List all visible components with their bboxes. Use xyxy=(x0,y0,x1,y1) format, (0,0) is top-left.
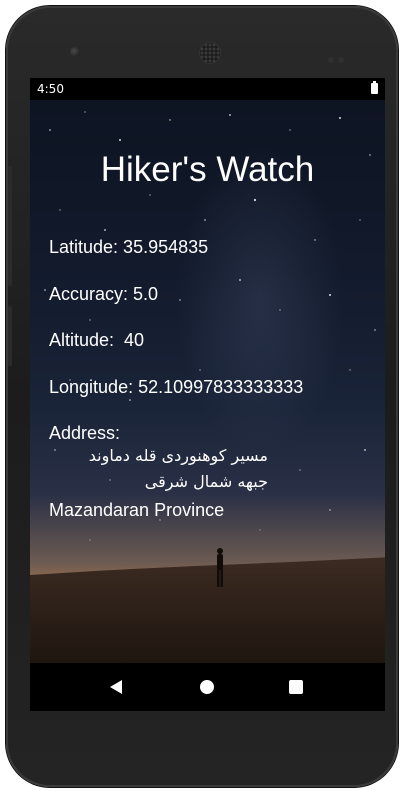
accuracy-text: Accuracy: 5.0 xyxy=(49,284,159,304)
back-icon[interactable] xyxy=(110,680,122,694)
hiker-silhouette xyxy=(217,548,223,587)
status-time: 4:50 xyxy=(37,82,64,96)
address-label: Address: xyxy=(49,423,121,443)
front-camera-icon xyxy=(70,47,80,57)
status-bar: 4:50 xyxy=(30,78,385,100)
longitude-text: Longitude: 52.10997833333333 xyxy=(49,377,304,397)
phone-frame: 4:50 Hiker's Watch Latitude: 35.954835 A… xyxy=(6,6,398,787)
address-line-2: جبهه شمال شرقی xyxy=(144,472,268,491)
latitude-text: Latitude: 35.954835 xyxy=(49,237,209,257)
volume-button xyxy=(8,166,12,286)
home-icon[interactable] xyxy=(200,680,214,694)
address-line-3: Mazandaran Province xyxy=(49,500,225,520)
power-button xyxy=(8,306,12,366)
battery-icon xyxy=(371,81,378,94)
proximity-sensors xyxy=(328,48,350,63)
screen: 4:50 Hiker's Watch Latitude: 35.954835 A… xyxy=(30,78,385,711)
recents-icon[interactable] xyxy=(289,680,303,694)
page-title: Hiker's Watch xyxy=(100,150,315,189)
altitude-text: Altitude: 40 xyxy=(49,330,145,350)
earpiece-speaker xyxy=(199,42,221,64)
app-background: Hiker's Watch Latitude: 35.954835 Accura… xyxy=(30,100,385,663)
navigation-bar xyxy=(30,663,385,711)
address-line-1: مسیر کوهنوردی قله دماوند xyxy=(88,446,268,465)
